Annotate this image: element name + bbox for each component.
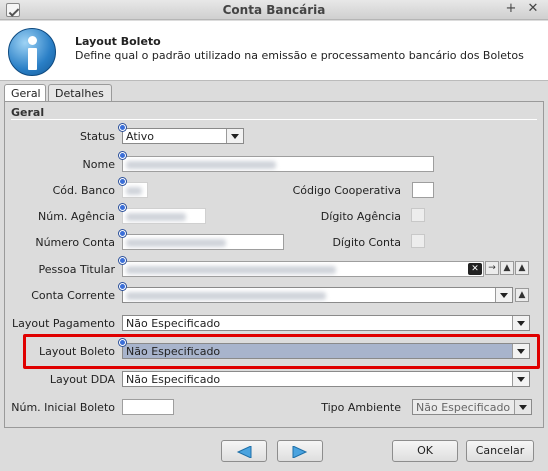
highlight-box xyxy=(23,334,540,369)
layout-pagamento-label: Layout Pagamento xyxy=(12,317,115,330)
pessoa-titular-label: Pessoa Titular xyxy=(38,263,115,276)
conta-bancaria-window: Conta Bancária + ✕ Layout Boleto Define … xyxy=(0,0,548,471)
pessoa-titular-input[interactable] xyxy=(122,261,484,277)
chevron-down-icon[interactable] xyxy=(514,400,531,414)
group-divider xyxy=(11,119,537,120)
maximize-icon[interactable]: + xyxy=(504,2,518,16)
required-icon xyxy=(119,204,126,211)
status-select[interactable]: Ativo xyxy=(122,128,244,144)
previous-button[interactable] xyxy=(221,440,267,462)
num-inicial-boleto-input[interactable] xyxy=(122,399,174,415)
num-inicial-boleto-label: Núm. Inicial Boleto xyxy=(11,401,115,414)
window-title: Conta Bancária xyxy=(222,3,326,17)
required-icon xyxy=(119,230,126,237)
conta-corrente-label: Conta Corrente xyxy=(31,289,115,302)
dialog-header: Layout Boleto Define qual o padrão utili… xyxy=(0,21,548,81)
info-icon xyxy=(8,28,56,76)
layout-pagamento-value: Não Especificado xyxy=(126,317,221,330)
lookup-button-icon[interactable]: ▲ xyxy=(515,261,529,275)
tab-detalhes[interactable]: Detalhes xyxy=(48,84,112,102)
layout-dda-value: Não Especificado xyxy=(126,373,221,386)
arrow-right-icon[interactable]: → xyxy=(485,261,499,275)
required-icon xyxy=(119,257,126,264)
arrow-left-icon xyxy=(236,446,252,458)
digito-conta-label: Dígito Conta xyxy=(332,236,401,249)
ok-button[interactable]: OK xyxy=(392,440,458,462)
chevron-down-icon[interactable] xyxy=(495,288,512,302)
digito-agencia-label: Dígito Agência xyxy=(320,210,401,223)
tab-panel-geral: Geral Status Ativo Nome Cód. Banco Códig… xyxy=(4,101,544,428)
required-icon xyxy=(119,124,126,131)
num-agencia-input[interactable] xyxy=(122,208,206,224)
tipo-ambiente-select[interactable]: Não Especificado xyxy=(412,399,532,415)
search-up-icon[interactable]: ▲ xyxy=(500,261,514,275)
status-label: Status xyxy=(79,130,115,143)
close-icon[interactable]: ✕ xyxy=(526,2,540,16)
tab-geral[interactable]: Geral xyxy=(4,84,46,102)
conta-corrente-select[interactable] xyxy=(122,287,513,303)
lookup-button-icon[interactable]: ▲ xyxy=(515,288,529,302)
num-agencia-label: Núm. Agência xyxy=(38,210,115,223)
chevron-down-icon[interactable] xyxy=(512,372,529,386)
tipo-ambiente-label: Tipo Ambiente xyxy=(321,401,401,414)
group-label: Geral xyxy=(11,106,45,119)
arrow-right-icon xyxy=(292,446,308,458)
header-title: Layout Boleto xyxy=(75,35,161,48)
layout-dda-label: Layout DDA xyxy=(49,373,115,386)
codigo-cooperativa-label: Código Cooperativa xyxy=(292,184,401,197)
codigo-cooperativa-input[interactable] xyxy=(412,182,434,198)
titlebar: Conta Bancária + ✕ xyxy=(0,0,548,20)
cancel-button[interactable]: Cancelar xyxy=(466,440,534,462)
status-value: Ativo xyxy=(126,130,154,143)
header-description: Define qual o padrão utilizado na emissã… xyxy=(75,49,524,62)
required-icon xyxy=(119,283,126,290)
numero-conta-label: Número Conta xyxy=(35,236,115,249)
tipo-ambiente-value: Não Especificado xyxy=(416,401,511,414)
chevron-down-icon[interactable] xyxy=(512,316,529,330)
layout-dda-select[interactable]: Não Especificado xyxy=(122,371,530,387)
next-button[interactable] xyxy=(277,440,323,462)
clear-icon[interactable]: ✕ xyxy=(468,263,482,275)
nome-label: Nome xyxy=(82,158,115,171)
chevron-down-icon[interactable] xyxy=(226,129,243,143)
required-icon xyxy=(119,152,126,159)
layout-pagamento-select[interactable]: Não Especificado xyxy=(122,315,530,331)
digito-conta-input[interactable] xyxy=(411,234,425,248)
nome-input[interactable] xyxy=(122,156,434,172)
cod-banco-input[interactable] xyxy=(122,182,148,198)
cod-banco-label: Cód. Banco xyxy=(52,184,115,197)
required-icon xyxy=(119,178,126,185)
numero-conta-input[interactable] xyxy=(122,234,284,250)
digito-agencia-input[interactable] xyxy=(411,208,425,222)
